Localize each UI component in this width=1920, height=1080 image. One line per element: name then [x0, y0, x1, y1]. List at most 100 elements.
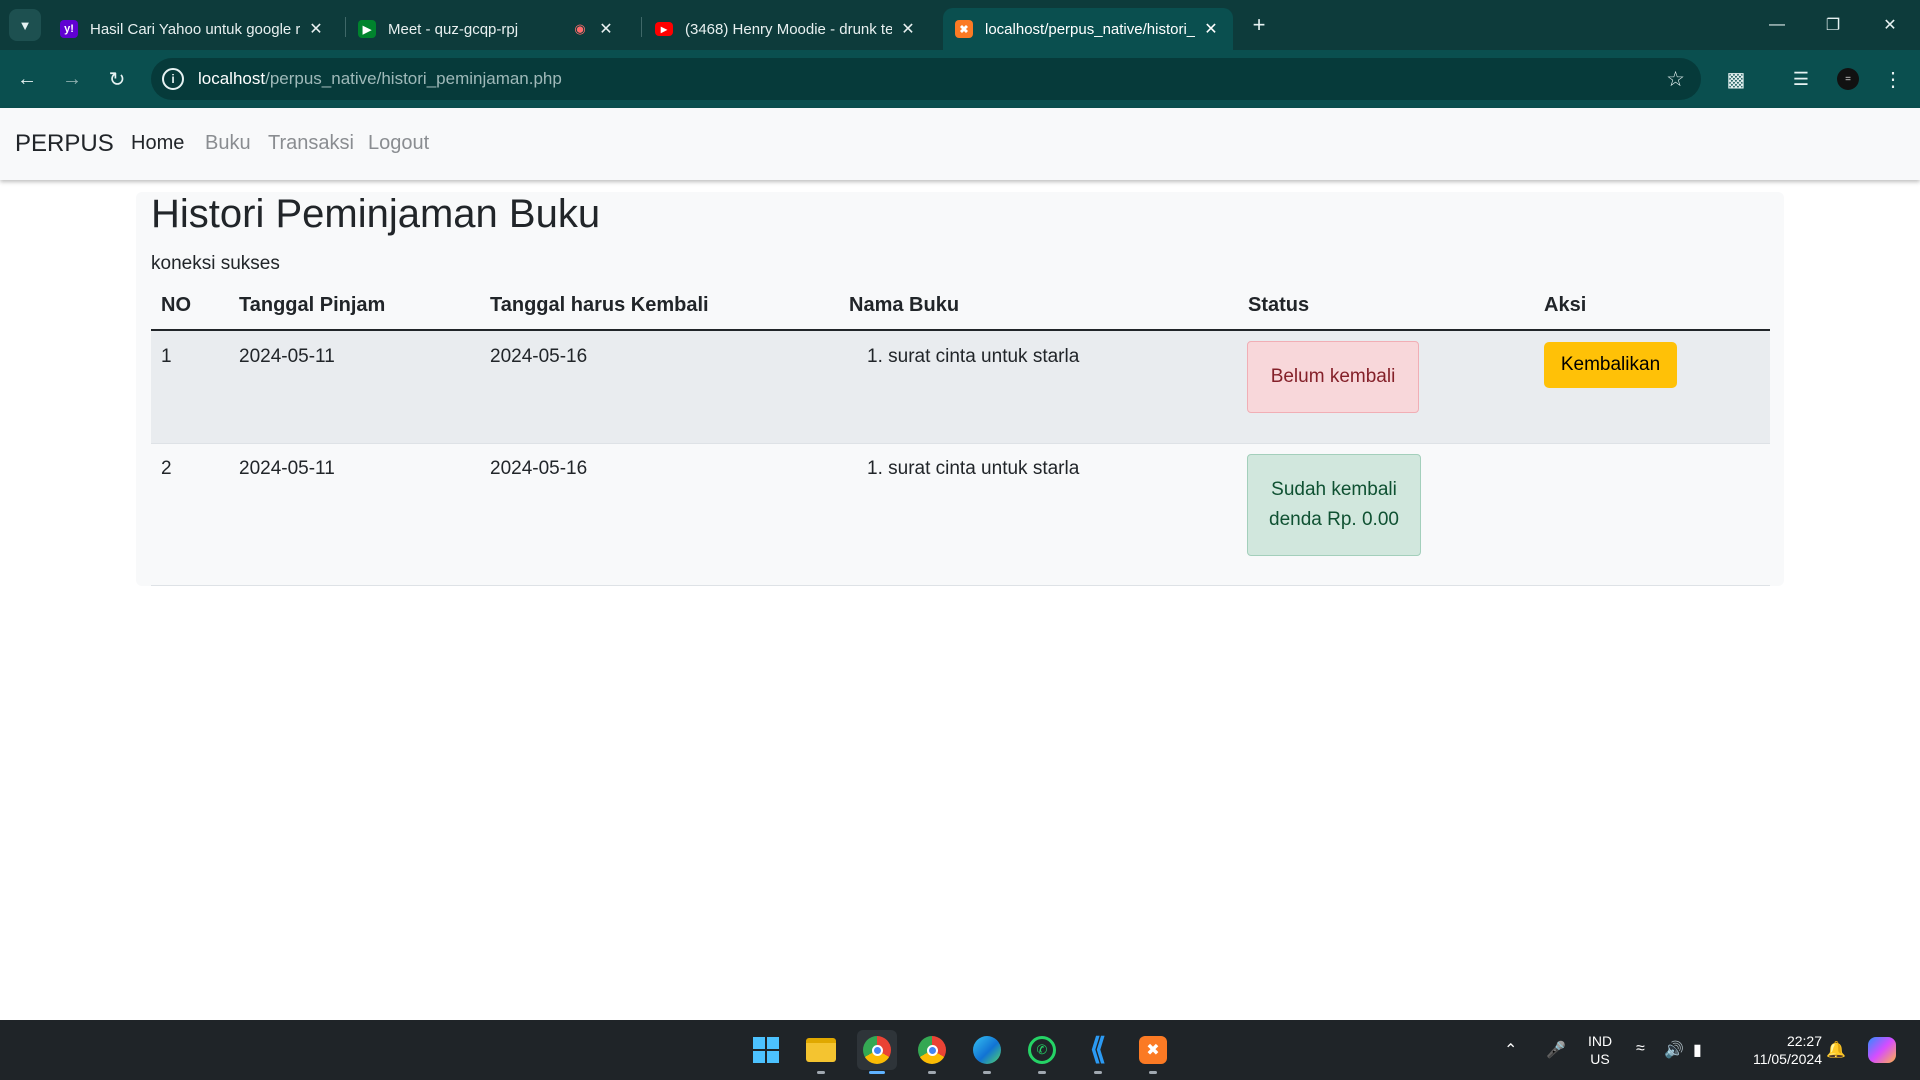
cell-tanggal-kembali: 2024-05-16	[490, 346, 588, 367]
google-meet-icon: ▶	[358, 20, 376, 38]
reload-icon: ↻	[108, 68, 126, 91]
status-text: Belum kembali	[1270, 366, 1396, 387]
chrome-menu-button[interactable]: ⋮	[1877, 63, 1909, 95]
chrome-icon	[863, 1036, 891, 1064]
browser-tab-yahoo[interactable]: y! Hasil Cari Yahoo untuk google r ✕	[48, 8, 338, 50]
status-text: Sudah kembali	[1271, 479, 1397, 500]
close-window-button[interactable]: ✕	[1862, 0, 1918, 50]
puzzle-icon: ▩	[1726, 68, 1746, 91]
tab-title: Meet - quz-gcqp-rpj	[388, 20, 519, 38]
navbar-brand[interactable]: PERPUS	[15, 130, 114, 158]
column-header-tanggal-kembali: Tanggal harus Kembali	[490, 294, 709, 316]
clock-date: 11/05/2024	[1752, 1051, 1822, 1067]
reload-button[interactable]: ↻	[101, 63, 133, 95]
language-line2: US	[1590, 1051, 1610, 1067]
status-badge: Belum kembali	[1247, 341, 1419, 413]
tab-title: Hasil Cari Yahoo untuk google r	[90, 20, 300, 38]
language-indicator[interactable]: IND US	[1584, 1032, 1616, 1068]
close-icon: ✕	[1883, 17, 1897, 34]
bookmark-star-icon[interactable]: ☆	[1666, 67, 1685, 92]
taskbar-whatsapp[interactable]: ✆	[1022, 1030, 1062, 1074]
browser-tab-histori[interactable]: ✖ localhost/perpus_native/histori_ ✕	[943, 8, 1233, 50]
column-header-nama-buku: Nama Buku	[849, 294, 960, 316]
row-divider	[151, 585, 1770, 586]
file-explorer-icon	[806, 1038, 836, 1062]
tab-title: (3468) Henry Moodie - drunk te	[685, 20, 892, 38]
taskbar-chrome[interactable]	[857, 1030, 897, 1074]
column-header-status: Status	[1248, 294, 1310, 316]
microphone-icon[interactable]: 🎤	[1546, 1040, 1566, 1060]
close-tab-icon[interactable]: ✕	[596, 19, 616, 39]
cell-nama-buku: 1. surat cinta untuk starla	[867, 346, 1080, 367]
cell-tanggal-pinjam: 2024-05-11	[239, 346, 335, 367]
column-header-aksi: Aksi	[1544, 294, 1587, 316]
taskbar-edge[interactable]	[967, 1030, 1007, 1074]
chevron-down-icon: ▼	[18, 17, 32, 33]
wifi-icon[interactable]: ≈	[1636, 1040, 1645, 1058]
status-badge: Sudah kembali denda Rp. 0.00	[1247, 454, 1421, 556]
nav-link-home[interactable]: Home	[131, 132, 184, 155]
xampp-icon: ✖	[1139, 1036, 1167, 1064]
tab-search-button[interactable]: ▼	[9, 9, 41, 41]
site-navbar: PERPUS Home Buku Transaksi Logout	[0, 108, 1920, 180]
taskbar-xampp[interactable]: ✖	[1133, 1030, 1173, 1074]
windows-start-icon	[753, 1037, 779, 1063]
cell-nama-buku: 1. surat cinta untuk starla	[867, 458, 1080, 479]
browser-tab-youtube[interactable]: ▶ (3468) Henry Moodie - drunk te ✕	[643, 8, 930, 50]
denda-text: denda Rp. 0.00	[1269, 509, 1399, 530]
kebab-menu-icon: ⋮	[1883, 68, 1903, 91]
windows-taskbar: ✆ ⟪ ✖ ⌃ 🎤 IND US ≈ 🔊 ▮ 22:27 11/05/2024 …	[0, 1020, 1920, 1080]
minimize-icon: —	[1769, 16, 1785, 33]
extensions-button[interactable]: ▩	[1720, 63, 1752, 95]
vscode-icon: ⟪	[1089, 1033, 1107, 1066]
show-hidden-icons-chevron-up-icon[interactable]: ⌃	[1504, 1040, 1517, 1060]
cell-no: 1	[161, 346, 172, 367]
browser-tab-strip: ▼ y! Hasil Cari Yahoo untuk google r ✕ ▶…	[0, 0, 1920, 50]
battery-icon[interactable]: ▮	[1693, 1040, 1702, 1060]
forward-button[interactable]: →	[56, 63, 88, 95]
taskbar-chrome-profile[interactable]	[912, 1030, 952, 1074]
close-tab-icon[interactable]: ✕	[898, 19, 918, 39]
url-path: /perpus_native/histori_peminjaman.php	[265, 69, 562, 88]
plus-icon: +	[1252, 12, 1266, 37]
taskbar-vscode[interactable]: ⟪	[1078, 1030, 1118, 1074]
url-host: localhost	[198, 69, 266, 88]
new-tab-button[interactable]: +	[1246, 12, 1272, 38]
browser-toolbar: ← → ↻ i localhost/perpus_native/histori_…	[0, 50, 1920, 108]
clock[interactable]: 22:27 11/05/2024	[1734, 1032, 1822, 1068]
page-title: Histori Peminjaman Buku	[151, 192, 601, 236]
language-line1: IND	[1587, 1033, 1613, 1049]
address-bar[interactable]: i localhost/perpus_native/histori_peminj…	[151, 58, 1701, 100]
column-header-no: NO	[161, 294, 191, 316]
back-button[interactable]: ←	[11, 63, 43, 95]
cell-tanggal-kembali: 2024-05-16	[490, 458, 588, 479]
browser-tab-meet[interactable]: ▶ Meet - quz-gcqp-rpj ◉ ✕	[346, 8, 628, 50]
yahoo-icon: y!	[60, 20, 78, 38]
notification-bell-icon[interactable]: 🔔	[1826, 1040, 1846, 1060]
media-control-button[interactable]: ☰	[1785, 63, 1817, 95]
url-text[interactable]: localhost/perpus_native/histori_peminjam…	[198, 69, 562, 89]
clock-time: 22:27	[1786, 1033, 1822, 1049]
nav-link-transaksi[interactable]: Transaksi	[268, 132, 354, 155]
chrome-profile-icon	[918, 1036, 946, 1064]
arrow-right-icon: →	[62, 67, 82, 90]
xampp-icon: ✖	[955, 20, 973, 38]
volume-icon[interactable]: 🔊	[1664, 1040, 1684, 1060]
restore-button[interactable]: ❐	[1805, 0, 1861, 50]
profile-button[interactable]: =	[1832, 63, 1864, 95]
windows-start-button[interactable]	[746, 1030, 786, 1070]
tab-title: localhost/perpus_native/histori_	[985, 20, 1195, 38]
close-tab-icon[interactable]: ✕	[1201, 19, 1221, 39]
nav-link-logout[interactable]: Logout	[368, 132, 429, 155]
kembalikan-button[interactable]: Kembalikan	[1544, 342, 1677, 388]
arrow-left-icon: ←	[17, 67, 37, 90]
taskbar-file-explorer[interactable]	[801, 1030, 841, 1074]
recording-icon: ◉	[574, 21, 586, 36]
close-tab-icon[interactable]: ✕	[306, 19, 326, 39]
nav-link-buku[interactable]: Buku	[205, 132, 251, 155]
cell-no: 2	[161, 458, 172, 479]
copilot-button[interactable]	[1862, 1030, 1902, 1070]
minimize-button[interactable]: —	[1749, 0, 1805, 50]
site-info-icon[interactable]: i	[162, 68, 184, 90]
youtube-icon: ▶	[655, 22, 673, 36]
